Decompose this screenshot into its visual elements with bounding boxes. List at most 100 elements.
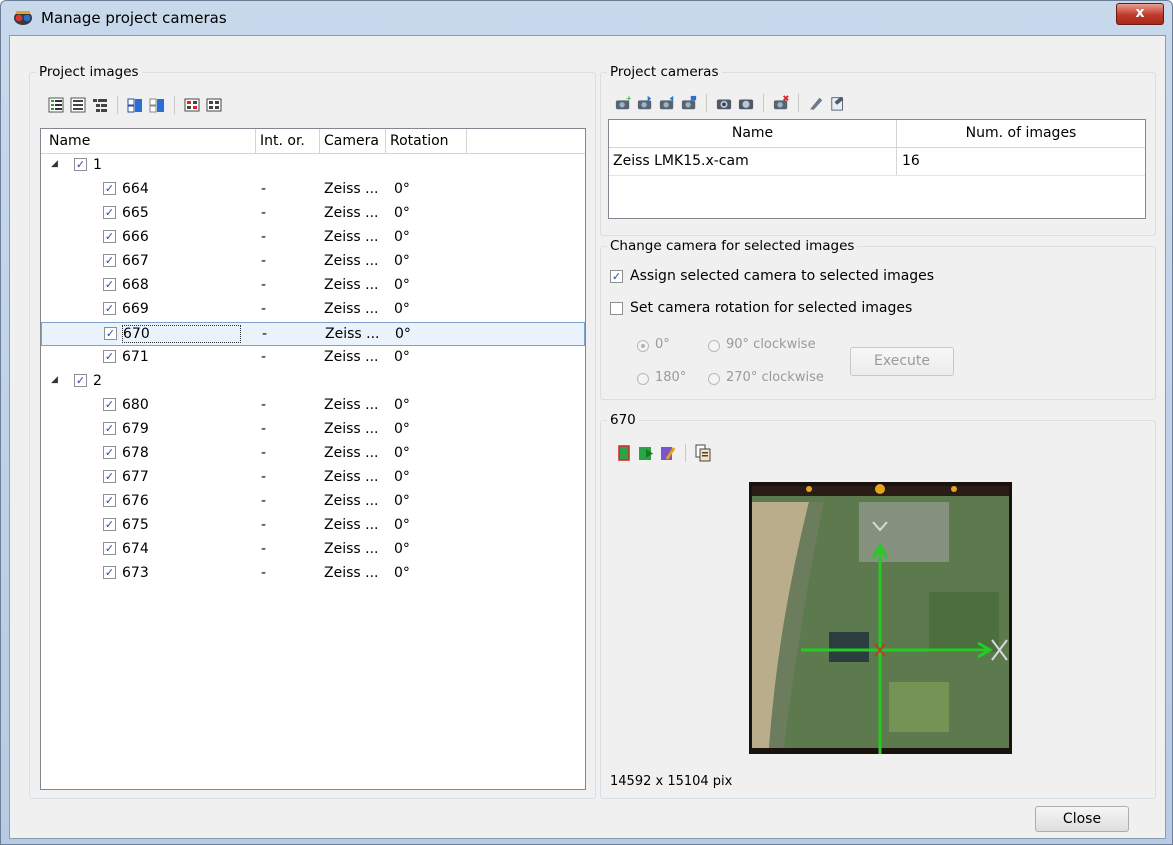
col-name-header[interactable]: Name (49, 133, 90, 149)
image-intor-cell: - (261, 565, 267, 581)
uncheck-all-icon[interactable] (149, 96, 165, 114)
image-rotation-cell: 0° (394, 181, 410, 197)
group-label: 2 (93, 373, 102, 389)
group-checkbox[interactable]: ✓ (74, 158, 87, 171)
image-row[interactable]: ✓ 678 - Zeiss ... 0° (41, 442, 585, 466)
image-checkbox[interactable]: ✓ (103, 350, 116, 363)
image-row[interactable]: ✓ 664 - Zeiss ... 0° (41, 178, 585, 202)
tree-view-icon[interactable] (92, 96, 108, 114)
execute-button[interactable]: Execute (850, 347, 954, 376)
image-checkbox[interactable]: ✓ (103, 446, 116, 459)
fit-image-icon[interactable] (616, 444, 632, 462)
expander-icon[interactable]: ◢ (51, 375, 58, 385)
col-intor-header[interactable]: Int. or. (260, 133, 305, 149)
image-checkbox[interactable]: ✓ (104, 327, 117, 340)
tree-group-row[interactable]: ◢ ✓ 2 (41, 370, 585, 394)
set-rotation-checkbox[interactable] (610, 302, 623, 315)
col-camera-header[interactable]: Camera (324, 133, 379, 149)
assign-camera-text: Assign selected camera to selected image… (630, 268, 935, 284)
title-bar[interactable]: Manage project cameras x (1, 1, 1172, 35)
project-images-tree[interactable]: Name Int. or. Camera Rotation ◢ ✓ 1 ✓ 664- Ze… (40, 128, 586, 790)
rotation-180-radio[interactable] (637, 373, 649, 385)
edit-image-icon[interactable] (660, 444, 676, 462)
image-rotation-cell: 0° (394, 277, 410, 293)
image-checkbox[interactable]: ✓ (103, 182, 116, 195)
assign-camera-checkbox[interactable]: ✓ (610, 270, 623, 283)
next-image-icon[interactable] (638, 444, 654, 462)
image-checkbox[interactable]: ✓ (103, 422, 116, 435)
camera-library-icon[interactable] (681, 94, 697, 112)
image-row[interactable]: ✓ 676 - Zeiss ... 0° (41, 490, 585, 514)
import-camera-icon[interactable] (637, 94, 653, 112)
image-name-cell: 669 (122, 301, 149, 317)
collapse-list-icon[interactable] (70, 96, 86, 114)
cam-col-count-header[interactable]: Num. of images (897, 125, 1145, 141)
image-checkbox[interactable]: ✓ (103, 302, 116, 315)
image-row[interactable]: ✓ 670 - Zeiss ... 0° (41, 322, 585, 346)
rotation-270-radio[interactable] (708, 373, 720, 385)
image-intor-cell: - (261, 253, 267, 269)
image-row[interactable]: ✓ 679 - Zeiss ... 0° (41, 418, 585, 442)
cameras-table[interactable]: Name Num. of images Zeiss LMK15.x-cam 16 (608, 119, 1146, 219)
image-row[interactable]: ✓ 673 - Zeiss ... 0° (41, 562, 585, 586)
expand-list-icon[interactable] (48, 96, 64, 114)
image-intor-cell: - (261, 301, 267, 317)
image-row[interactable]: ✓ 669 - Zeiss ... 0° (41, 298, 585, 322)
image-row[interactable]: ✓ 665 - Zeiss ... 0° (41, 202, 585, 226)
image-name-cell: 667 (122, 253, 149, 269)
check-all-icon[interactable] (127, 96, 143, 114)
image-row[interactable]: ✓ 671 - Zeiss ... 0° (41, 346, 585, 370)
expander-icon[interactable]: ◢ (51, 159, 58, 169)
image-checkbox[interactable]: ✓ (103, 542, 116, 555)
camera-properties-icon[interactable] (738, 94, 754, 112)
window-close-button[interactable]: x (1116, 3, 1164, 25)
tree-group-row[interactable]: ◢ ✓ 1 (41, 154, 585, 178)
image-name-cell: 673 (122, 565, 149, 581)
image-camera-cell: Zeiss ... (325, 326, 380, 342)
image-checkbox[interactable]: ✓ (103, 470, 116, 483)
image-camera-cell: Zeiss ... (324, 565, 379, 581)
toolbar-separator (685, 444, 686, 462)
image-rotation-cell: 0° (395, 326, 411, 342)
cameras-toolbar: + (615, 94, 846, 112)
col-divider (466, 129, 467, 153)
image-camera-cell: Zeiss ... (324, 421, 379, 437)
image-checkbox[interactable]: ✓ (103, 206, 116, 219)
image-checkbox[interactable]: ✓ (103, 230, 116, 243)
image-row[interactable]: ✓ 680 - Zeiss ... 0° (41, 394, 585, 418)
image-row[interactable]: ✓ 666 - Zeiss ... 0° (41, 226, 585, 250)
rotation-90-label: 90° clockwise (726, 337, 816, 352)
image-camera-cell: Zeiss ... (324, 397, 379, 413)
camera-settings-icon[interactable] (716, 94, 732, 112)
col-divider (255, 129, 256, 153)
add-camera-icon[interactable]: + (615, 94, 631, 112)
rotation-0-radio[interactable] (637, 340, 649, 352)
image-checkbox[interactable]: ✓ (103, 518, 116, 531)
image-row[interactable]: ✓ 668 - Zeiss ... 0° (41, 274, 585, 298)
rotation-90-radio[interactable] (708, 340, 720, 352)
image-row[interactable]: ✓ 675 - Zeiss ... 0° (41, 514, 585, 538)
camera-report-icon[interactable] (830, 94, 846, 112)
image-checkbox[interactable]: ✓ (103, 566, 116, 579)
invert-selection-icon[interactable] (184, 96, 200, 114)
group-checkbox[interactable]: ✓ (74, 374, 87, 387)
cam-col-name-header[interactable]: Name (609, 125, 896, 141)
copy-image-icon[interactable] (695, 444, 711, 462)
delete-camera-icon[interactable] (773, 94, 789, 112)
image-row[interactable]: ✓ 674 - Zeiss ... 0° (41, 538, 585, 562)
edit-camera-icon[interactable] (808, 94, 824, 112)
close-button[interactable]: Close (1035, 806, 1129, 832)
col-rotation-header[interactable]: Rotation (390, 133, 449, 149)
image-name-cell: 680 (122, 397, 149, 413)
select-grid-icon[interactable] (206, 96, 222, 114)
image-row[interactable]: ✓ 677 - Zeiss ... 0° (41, 466, 585, 490)
image-row[interactable]: ✓ 667 - Zeiss ... 0° (41, 250, 585, 274)
camera-row[interactable]: Zeiss LMK15.x-cam 16 (609, 147, 1145, 176)
camera-count-cell: 16 (902, 153, 920, 169)
image-checkbox[interactable]: ✓ (103, 254, 116, 267)
export-camera-icon[interactable] (659, 94, 675, 112)
image-checkbox[interactable]: ✓ (103, 278, 116, 291)
image-checkbox[interactable]: ✓ (103, 398, 116, 411)
image-checkbox[interactable]: ✓ (103, 494, 116, 507)
image-intor-cell: - (261, 541, 267, 557)
